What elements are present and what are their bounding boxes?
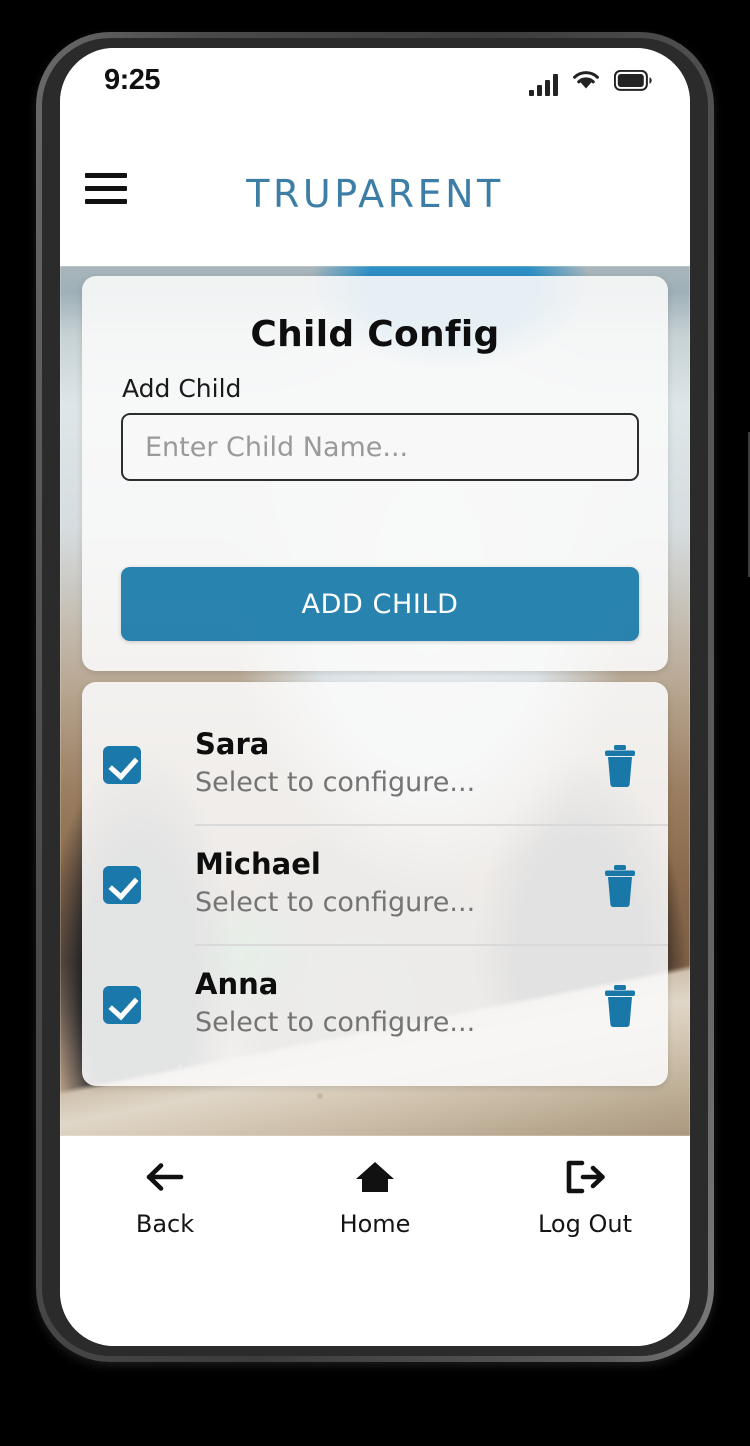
bottom-navigation-bar: Back Home Log Out — [60, 1136, 690, 1346]
child-subtitle: Select to configure... — [195, 887, 476, 919]
battery-icon — [613, 69, 652, 96]
status-bar-time: 9:25 — [104, 64, 161, 96]
child-row-texts: Anna Select to configure... — [195, 966, 475, 1040]
child-row-texts: Sara Select to configure... — [195, 726, 475, 800]
brand-logo: TRUPARENT — [246, 172, 504, 216]
child-name: Sara — [195, 727, 270, 761]
signal-bars-icon — [529, 74, 558, 96]
wifi-icon — [571, 68, 601, 96]
nav-label-home: Home — [339, 1210, 411, 1238]
child-subtitle: Select to configure... — [195, 767, 476, 799]
children-list-card: Sara Select to configure... Michael Sele… — [82, 682, 668, 1086]
child-subtitle: Select to configure... — [195, 1007, 476, 1039]
nav-label-logout: Log Out — [537, 1210, 632, 1238]
page-title: Child Config — [250, 314, 500, 355]
app-header: TRUPARENT — [60, 122, 690, 266]
trash-icon[interactable] — [600, 864, 640, 908]
list-item[interactable]: Michael Select to configure... — [82, 824, 668, 944]
nav-item-home[interactable]: Home — [270, 1158, 480, 1238]
status-bar: 9:25 — [60, 48, 690, 122]
logout-icon — [563, 1158, 607, 1201]
child-name: Anna — [195, 967, 279, 1001]
arrow-left-icon — [143, 1158, 187, 1201]
trash-icon[interactable] — [600, 984, 640, 1028]
child-config-card: Child Config Add Child ADD CHILD — [82, 276, 668, 671]
nav-item-back[interactable]: Back — [60, 1158, 270, 1238]
add-child-label: Add Child — [122, 374, 242, 403]
list-item[interactable]: Anna Select to configure... — [82, 944, 668, 1064]
list-item[interactable]: Sara Select to configure... — [82, 704, 668, 824]
child-checkbox[interactable] — [103, 866, 141, 904]
child-row-texts: Michael Select to configure... — [195, 846, 475, 920]
nav-label-back: Back — [135, 1210, 195, 1238]
add-child-button[interactable]: ADD CHILD — [121, 567, 639, 641]
trash-icon[interactable] — [600, 744, 640, 788]
phone-frame: 9:25 TRUPARENT Child Config Add Child En… — [36, 32, 750, 1362]
status-bar-icons — [529, 68, 652, 96]
children-list: Sara Select to configure... Michael Sele… — [82, 704, 668, 1064]
nav-item-logout[interactable]: Log Out — [480, 1158, 690, 1238]
child-name-input[interactable] — [121, 413, 639, 481]
home-icon — [353, 1158, 397, 1201]
child-checkbox[interactable] — [103, 746, 141, 784]
child-checkbox[interactable] — [103, 986, 141, 1024]
child-name: Michael — [195, 847, 321, 881]
phone-screen: 9:25 TRUPARENT Child Config Add Child En… — [60, 48, 690, 1346]
